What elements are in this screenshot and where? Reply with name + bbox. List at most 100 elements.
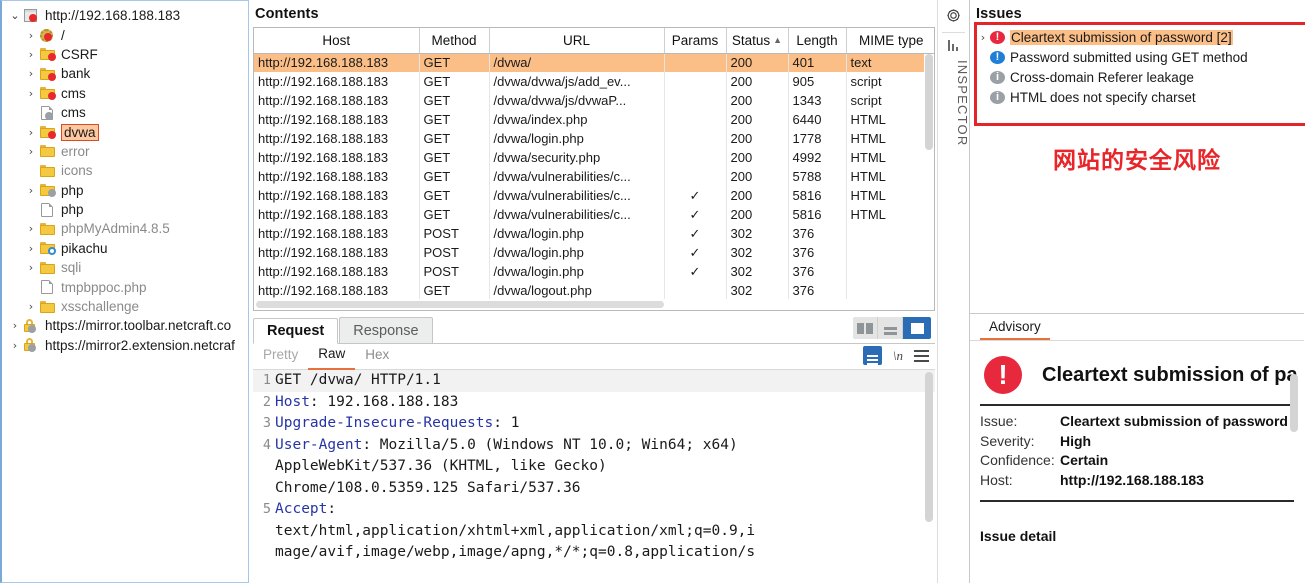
table-row[interactable]: http://192.168.188.183 GET/dvwa/200 401 tex… — [254, 53, 934, 72]
inspector-bars-icon — [948, 40, 960, 51]
message-tab-row[interactable]: Request Response — [253, 317, 935, 344]
split-view-icon[interactable] — [853, 317, 878, 339]
tree-node[interactable]: › php — [2, 181, 248, 200]
subtab-raw[interactable]: Raw — [308, 343, 356, 370]
tree-twisty-closed-icon[interactable]: › — [24, 30, 38, 41]
tree-twisty-closed-icon[interactable]: › — [24, 262, 38, 273]
tree-node[interactable]: › CSRF — [2, 45, 248, 64]
tree-node[interactable]: › cms — [2, 84, 248, 103]
contents-table-container[interactable]: Host Method URL Params Status ▲ Length MI… — [253, 27, 935, 311]
severity-med-icon: ! — [990, 50, 1005, 64]
table-row[interactable]: http://192.168.188.183 POST/dvwa/login.ph… — [254, 224, 934, 243]
contents-vertical-scrollbar[interactable] — [924, 54, 934, 298]
advisory-field-value: High — [1060, 432, 1092, 449]
issues-panel: Issues ›! Cleartext submission of passwor… — [970, 0, 1305, 313]
tree-twisty-closed-icon[interactable]: › — [8, 320, 22, 331]
table-row[interactable]: http://192.168.188.183 GET/dvwa/logout.ph… — [254, 281, 934, 300]
tree-node[interactable]: tmpbppoc.php — [2, 277, 248, 296]
tab-response[interactable]: Response — [339, 317, 433, 343]
tree-node[interactable]: › https://mirror.toolbar.netcraft.co — [2, 316, 248, 335]
column-header-url[interactable]: URL — [489, 28, 665, 54]
code-line: 2 Host: 192.168.188.183 — [253, 392, 935, 414]
table-row[interactable]: http://192.168.188.183 GET/dvwa/security.… — [254, 148, 934, 167]
stacked-view-icon[interactable] — [878, 317, 903, 339]
http-history-table[interactable]: Host Method URL Params Status ▲ Length MI… — [254, 28, 934, 300]
tree-node[interactable]: › bank — [2, 64, 248, 83]
menu-icon[interactable] — [914, 354, 929, 357]
subtab-hex[interactable]: Hex — [355, 344, 399, 369]
single-view-icon[interactable] — [903, 317, 931, 339]
tree-node[interactable]: › / — [2, 25, 248, 44]
gear-icon[interactable] — [945, 7, 962, 24]
tree-node[interactable]: › error — [2, 142, 248, 161]
column-header-status[interactable]: Status ▲ — [726, 28, 789, 54]
issue-twisty-closed-icon[interactable]: › — [976, 31, 990, 44]
table-row[interactable]: http://192.168.188.183 GET/dvwa/login.php… — [254, 129, 934, 148]
table-row[interactable]: http://192.168.188.183 GET/dvwa/index.php… — [254, 110, 934, 129]
site-map-tree[interactable]: ⌄ http://192.168.188.183 › / › CSRF › bank › cms c… — [2, 3, 248, 355]
issue-item[interactable]: › i HTML does not specify charset — [976, 87, 1300, 107]
code-line: 5 Accept: — [253, 499, 935, 521]
inspector-label[interactable]: INSPECTOR — [938, 60, 970, 146]
editor-action-icons[interactable]: \n — [862, 346, 929, 365]
tree-node[interactable]: › https://mirror2.extension.netcraf — [2, 336, 248, 355]
wordwrap-icon[interactable] — [862, 346, 882, 365]
tree-node[interactable]: › dvwa — [2, 122, 248, 141]
tree-node[interactable]: icons — [2, 161, 248, 180]
tab-request[interactable]: Request — [253, 318, 339, 344]
tree-twisty-open-icon[interactable]: ⌄ — [8, 10, 22, 21]
cell-method: GET — [419, 53, 490, 72]
tree-node[interactable]: ⌄ http://192.168.188.183 — [2, 6, 248, 25]
advisory-tab-row[interactable]: Advisory — [970, 314, 1304, 341]
advisory-vertical-scrollbar[interactable] — [1290, 374, 1298, 432]
view-mode-toggle-group[interactable] — [853, 317, 931, 339]
issues-list[interactable]: ›!Cleartext submission of password [2]›!… — [976, 27, 1300, 107]
tree-node[interactable]: php — [2, 200, 248, 219]
issue-item[interactable]: › i Cross-domain Referer leakage — [976, 67, 1300, 87]
tree-node[interactable]: › sqli — [2, 258, 248, 277]
table-row[interactable]: http://192.168.188.183 POST/dvwa/login.ph… — [254, 262, 934, 281]
table-row[interactable]: http://192.168.188.183 GET/dvwa/dvwa/js/d… — [254, 91, 934, 110]
tree-node[interactable]: › pikachu — [2, 239, 248, 258]
tree-twisty-closed-icon[interactable]: › — [8, 340, 22, 351]
column-header-mime[interactable]: MIME type — [846, 28, 934, 54]
tab-advisory[interactable]: Advisory — [980, 319, 1050, 340]
column-header-params[interactable]: Params — [664, 28, 727, 54]
column-header-method[interactable]: Method — [419, 28, 490, 54]
message-format-tab-row[interactable]: Pretty Raw Hex \n — [253, 344, 935, 370]
table-row[interactable]: http://192.168.188.183 GET/dvwa/dvwa/js/a… — [254, 72, 934, 91]
tree-node[interactable]: › xsschallenge — [2, 297, 248, 316]
code-vertical-scrollbar[interactable] — [925, 372, 933, 522]
raw-request-code[interactable]: 1 GET /dvwa/ HTTP/1.1 2 Host: 192.168.188.1… — [253, 370, 935, 583]
tree-twisty-closed-icon[interactable]: › — [24, 146, 38, 157]
cell-mime: script — [850, 74, 882, 89]
issue-item[interactable]: ›! Cleartext submission of password [2] — [976, 27, 1300, 47]
severity-high-icon: ! — [990, 30, 1005, 44]
tree-twisty-closed-icon[interactable]: › — [24, 243, 38, 254]
tree-twisty-closed-icon[interactable]: › — [24, 68, 38, 79]
tree-twisty-closed-icon[interactable]: › — [24, 88, 38, 99]
issue-twisty-spacer: › — [976, 71, 990, 84]
inspector-rail[interactable]: INSPECTOR — [937, 0, 970, 583]
contents-horizontal-scrollbar[interactable] — [254, 299, 924, 310]
tree-twisty-closed-icon[interactable]: › — [24, 301, 38, 312]
column-header-length[interactable]: Length — [788, 28, 847, 54]
table-row[interactable]: http://192.168.188.183 GET/dvwa/vulnerabi… — [254, 205, 934, 224]
column-header-host[interactable]: Host — [254, 28, 420, 54]
site-map-tree-panel[interactable]: ⌄ http://192.168.188.183 › / › CSRF › bank › cms c… — [0, 0, 249, 583]
table-row[interactable]: http://192.168.188.183 GET/dvwa/vulnerabi… — [254, 167, 934, 186]
subtab-pretty[interactable]: Pretty — [253, 344, 308, 369]
tree-node[interactable]: cms — [2, 103, 248, 122]
newline-icon[interactable]: \n — [893, 348, 903, 364]
table-row[interactable]: http://192.168.188.183 GET/dvwa/vulnerabi… — [254, 186, 934, 205]
tree-twisty-closed-icon[interactable]: › — [24, 127, 38, 138]
issue-item[interactable]: ›! Password submitted using GET method — [976, 47, 1300, 67]
tree-node[interactable]: › phpMyAdmin4.8.5 — [2, 219, 248, 238]
table-row[interactable]: http://192.168.188.183 POST/dvwa/login.ph… — [254, 243, 934, 262]
tree-twisty-closed-icon[interactable]: › — [24, 185, 38, 196]
tree-twisty-closed-icon[interactable]: › — [24, 223, 38, 234]
contents-vscroll-thumb[interactable] — [925, 54, 933, 150]
contents-hscroll-thumb[interactable] — [256, 301, 664, 308]
tree-twisty-closed-icon[interactable]: › — [24, 49, 38, 60]
cell-mime: HTML — [850, 112, 886, 127]
